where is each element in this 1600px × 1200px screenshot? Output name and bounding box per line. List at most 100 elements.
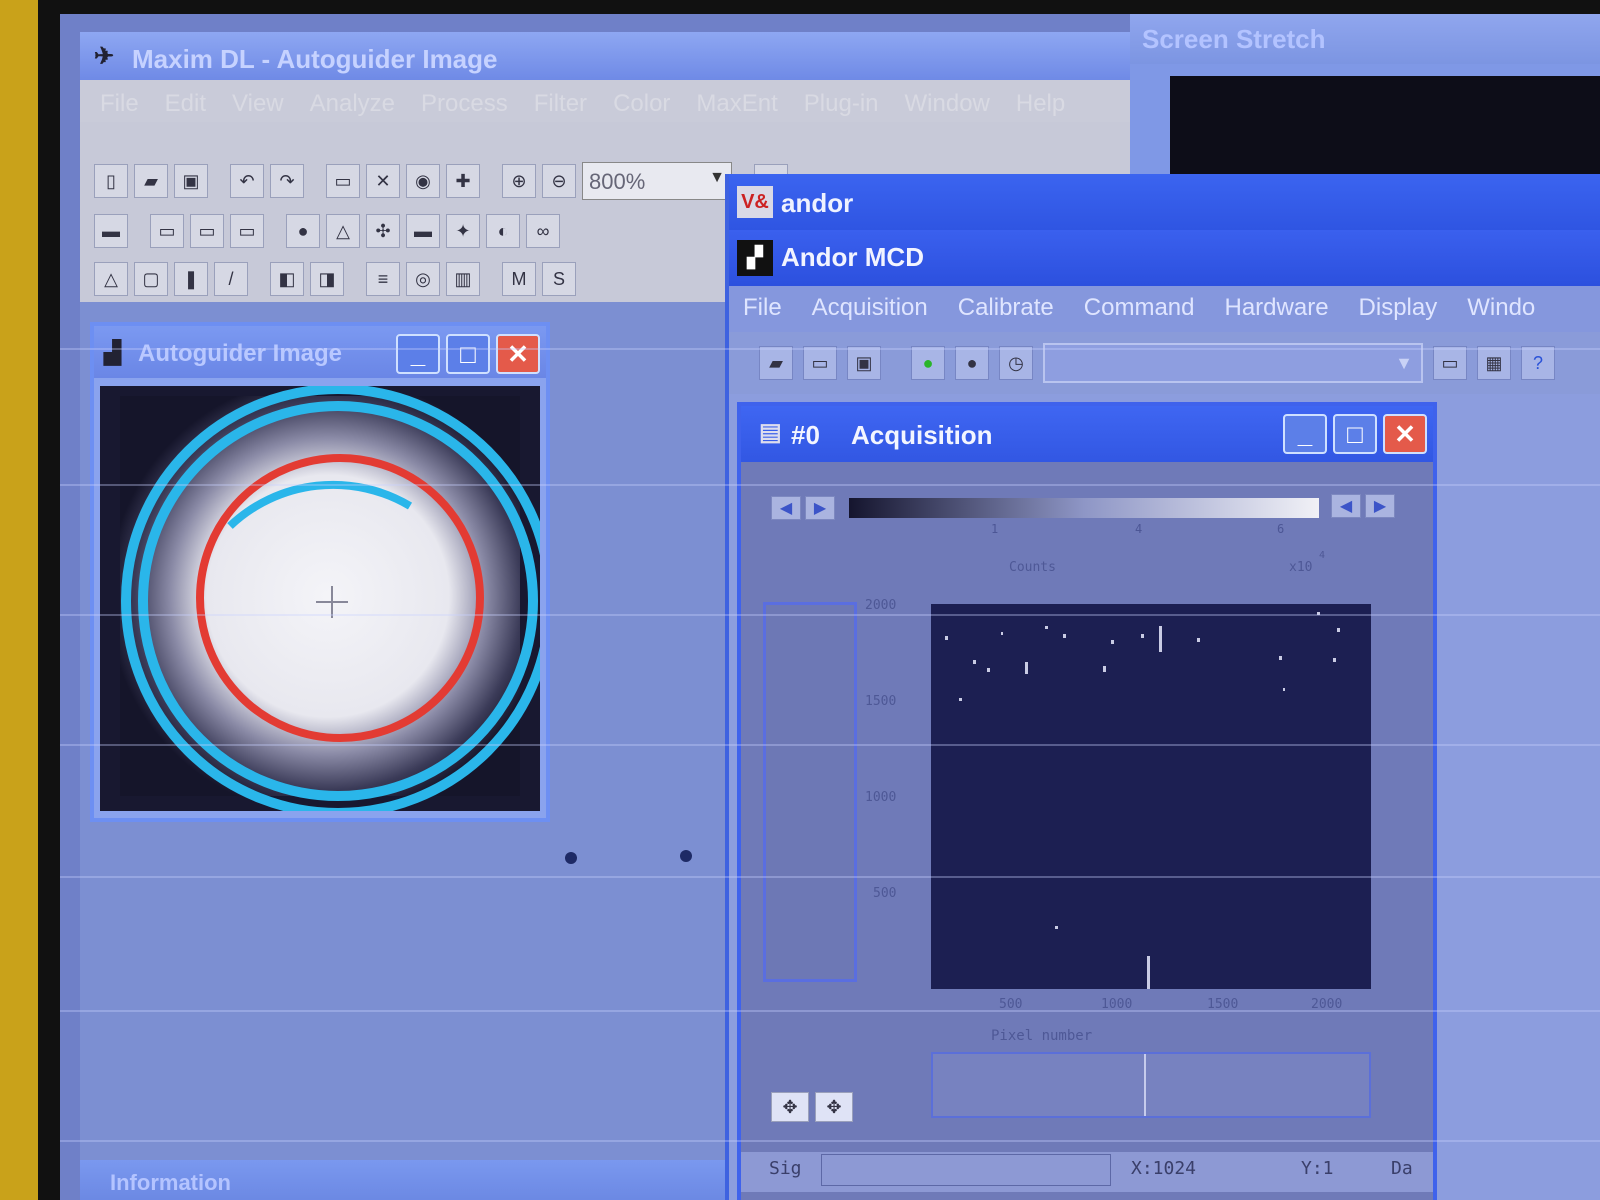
window2-icon[interactable]: ▭ xyxy=(190,214,224,248)
scanline xyxy=(60,484,1600,486)
menu-edit[interactable]: Edit xyxy=(165,90,206,122)
timer-icon[interactable]: ◷ xyxy=(999,346,1033,380)
print-icon[interactable]: ▭ xyxy=(803,346,837,380)
minimize-button[interactable]: _ xyxy=(1283,414,1327,454)
fit-icon[interactable]: ✕ xyxy=(366,164,400,198)
info-icon[interactable]: ◉ xyxy=(406,164,440,198)
andor-titlebar: V& andor xyxy=(729,174,1600,230)
triangle-icon[interactable]: △ xyxy=(94,262,128,296)
display-icon[interactable]: ▬ xyxy=(406,214,440,248)
acquisition-title: Acquisition xyxy=(851,420,993,450)
undo-icon[interactable]: ↶ xyxy=(230,164,264,198)
cursor-x: X:1024 xyxy=(1131,1158,1197,1179)
close-icon: ✕ xyxy=(1394,418,1416,449)
menu-help[interactable]: Help xyxy=(1016,90,1065,122)
row-profile-plot[interactable] xyxy=(931,1052,1371,1118)
zoom-in-icon[interactable]: ⊕ xyxy=(502,164,536,198)
zoom-reset-icon[interactable]: ✥ xyxy=(815,1092,853,1122)
andor-menu-file[interactable]: File xyxy=(743,294,782,332)
save-icon[interactable]: ▣ xyxy=(174,164,208,198)
minimize-icon: _ xyxy=(410,338,426,369)
menu-window[interactable]: Window xyxy=(905,90,990,122)
screen-stretch-window: Screen Stretch xyxy=(1130,14,1600,186)
help-icon[interactable]: ? xyxy=(1521,346,1555,380)
mx-icon[interactable]: M xyxy=(502,262,536,296)
data-histogram-box[interactable] xyxy=(763,602,857,982)
menu-file[interactable]: File xyxy=(100,90,139,122)
scanline xyxy=(60,1010,1600,1012)
andor-menu-calibrate[interactable]: Calibrate xyxy=(958,294,1054,332)
scanline xyxy=(60,614,1600,616)
color-split-icon[interactable]: ◨ xyxy=(310,262,344,296)
observatory-icon[interactable]: ● xyxy=(286,214,320,248)
filter-wheel-icon[interactable]: ✣ xyxy=(366,214,400,248)
guide-star-svg xyxy=(100,386,540,811)
rect-select-icon[interactable]: ▢ xyxy=(134,262,168,296)
open-folder-icon[interactable]: ▰ xyxy=(134,164,168,198)
link-icon[interactable]: ∞ xyxy=(526,214,560,248)
redo-icon[interactable]: ↷ xyxy=(270,164,304,198)
colorbar-tick: 6 xyxy=(1277,522,1285,536)
telescope-icon: ✈ xyxy=(94,43,115,70)
save-icon[interactable]: ▣ xyxy=(847,346,881,380)
line-tool-icon[interactable]: / xyxy=(214,262,248,296)
take-signal-icon[interactable]: ● xyxy=(911,346,945,380)
camera-icon[interactable]: ▬ xyxy=(94,214,128,248)
andor-menu-acquisition[interactable]: Acquisition xyxy=(812,294,928,332)
histogram-icon[interactable]: ▥ xyxy=(446,262,480,296)
andor-menu-display[interactable]: Display xyxy=(1359,294,1438,332)
colorbar-exponent: 4 xyxy=(1319,550,1326,561)
scale-left-arrow-icon[interactable]: ◀ xyxy=(771,496,801,520)
andor-menu-window[interactable]: Windo xyxy=(1467,294,1535,332)
color-combine-icon[interactable]: ◧ xyxy=(270,262,304,296)
window-icon[interactable]: ▭ xyxy=(150,214,184,248)
zoom-out-icon[interactable]: ⊖ xyxy=(542,164,576,198)
y-tick: 2000 xyxy=(865,598,897,613)
scale-left-arrow-icon[interactable]: ◀ xyxy=(1331,494,1361,518)
close-button[interactable]: ✕ xyxy=(496,334,540,374)
information-title: Information xyxy=(110,1170,231,1195)
screen-stretch-title: Screen Stretch xyxy=(1142,24,1326,54)
image-window-icon[interactable]: ▭ xyxy=(326,164,360,198)
menu-filter[interactable]: Filter xyxy=(534,90,587,122)
zoom-fit-icon[interactable]: ✥ xyxy=(771,1092,809,1122)
star-icon[interactable]: ✦ xyxy=(446,214,480,248)
menu-plugin[interactable]: Plug-in xyxy=(804,90,879,122)
zoom-select[interactable]: 800% ▼ xyxy=(582,162,732,200)
maximize-button[interactable]: □ xyxy=(446,334,490,374)
process-icon[interactable]: ◎ xyxy=(406,262,440,296)
abort-icon[interactable]: ● xyxy=(955,346,989,380)
globe-icon[interactable]: ◐ xyxy=(486,214,520,248)
guide-star-image[interactable] xyxy=(100,386,540,811)
open-folder-icon[interactable]: ▰ xyxy=(759,346,793,380)
calendar-icon[interactable]: ▦ xyxy=(1477,346,1511,380)
status-field xyxy=(821,1154,1111,1186)
colorbar-label: Counts xyxy=(1009,560,1056,575)
menu-view[interactable]: View xyxy=(232,90,284,122)
close-button[interactable]: ✕ xyxy=(1383,414,1427,454)
window3-icon[interactable]: ▭ xyxy=(230,214,264,248)
crosshair-icon[interactable]: ✚ xyxy=(446,164,480,198)
menu-color[interactable]: Color xyxy=(613,90,670,122)
menu-process[interactable]: Process xyxy=(421,90,508,122)
andor-menu-hardware[interactable]: Hardware xyxy=(1225,294,1329,332)
menu-analyze[interactable]: Analyze xyxy=(310,90,395,122)
minimize-button[interactable]: _ xyxy=(396,334,440,374)
scale-right-arrow-icon[interactable]: ▶ xyxy=(1365,494,1395,518)
window-layout-icon[interactable]: ▭ xyxy=(1433,346,1467,380)
traffic-light-icon[interactable]: ❚ xyxy=(174,262,208,296)
new-file-icon[interactable]: ▯ xyxy=(94,164,128,198)
colorbar-tick: 4 xyxy=(1135,522,1143,536)
stack-icon[interactable]: ≡ xyxy=(366,262,400,296)
andor-title: andor xyxy=(781,188,854,218)
maximize-button[interactable]: □ xyxy=(1333,414,1377,454)
ms-icon[interactable]: S xyxy=(542,262,576,296)
ccd-image-plot[interactable] xyxy=(931,604,1371,989)
stretch-histogram[interactable] xyxy=(1170,76,1600,186)
andor-menu-command[interactable]: Command xyxy=(1084,294,1195,332)
document-icon: ▟ xyxy=(104,340,121,365)
scale-right-arrow-icon[interactable]: ▶ xyxy=(805,496,835,520)
menu-maxent[interactable]: MaxEnt xyxy=(696,90,777,122)
colorbar-tick: 1 xyxy=(991,522,999,536)
telescope-tool-icon[interactable]: △ xyxy=(326,214,360,248)
